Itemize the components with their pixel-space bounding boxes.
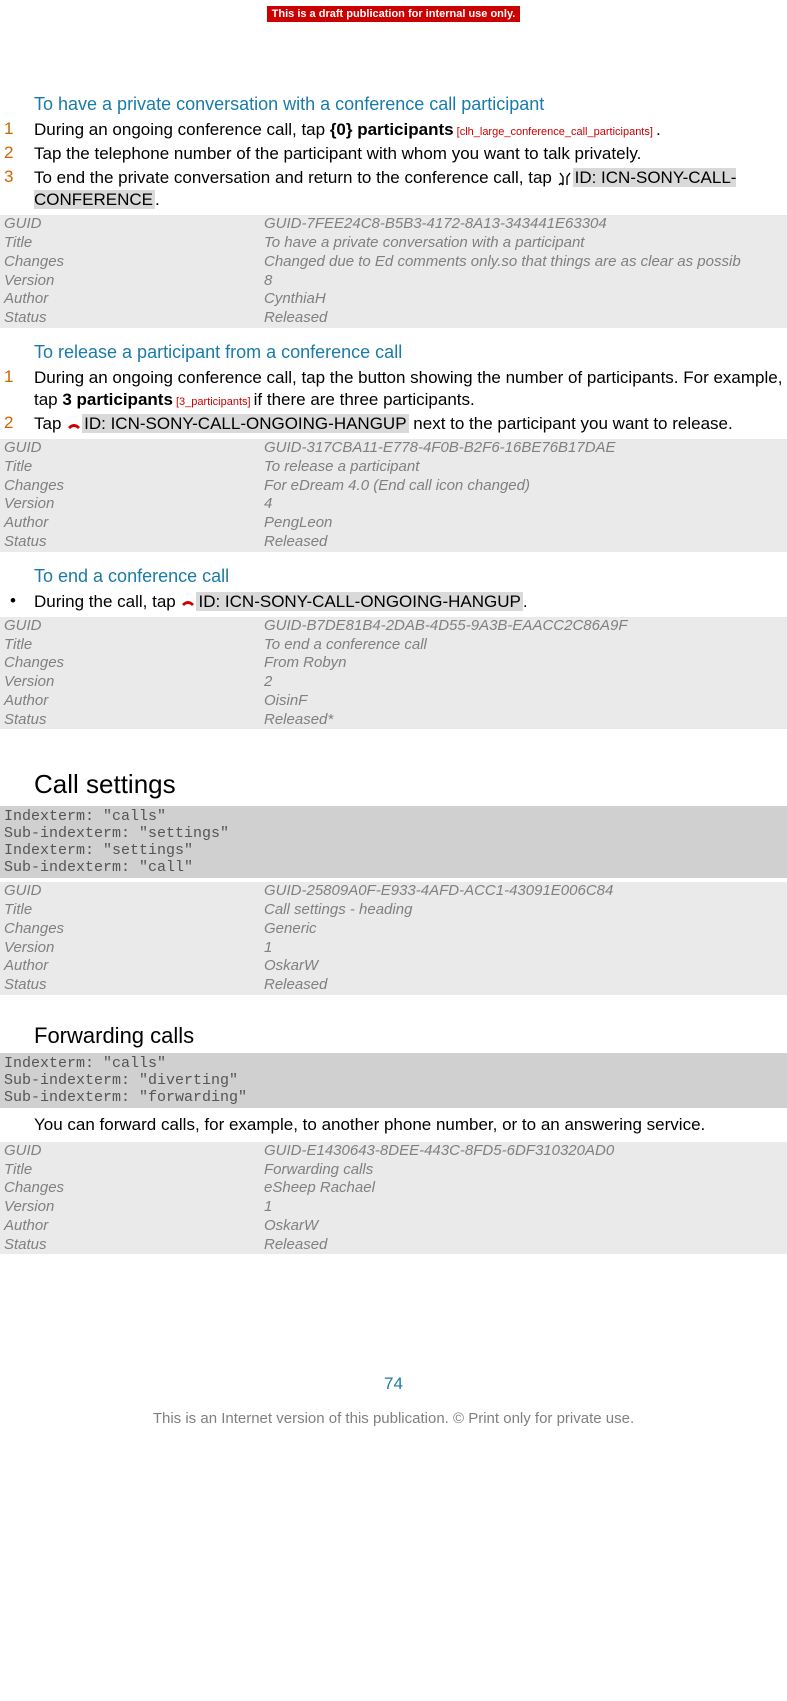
section-private-conversation: To have a private conversation with a co… [0, 94, 787, 328]
bullet-icon: • [0, 591, 34, 611]
meta-table: GUIDGUID-B7DE81B4-2DAB-4D55-9A3B-EAACC2C… [0, 617, 787, 730]
meta-table: GUIDGUID-317CBA11-E778-4F0B-B2F6-16BE76B… [0, 439, 787, 552]
hangup-icon [66, 417, 82, 433]
step-number: 3 [0, 167, 34, 187]
meta-table: GUIDGUID-7FEE24C8-B5B3-4172-8A13-343441E… [0, 215, 787, 328]
meta-table: GUIDGUID-25809A0F-E933-4AFD-ACC1-43091E0… [0, 882, 787, 995]
step-1: 1 During an ongoing conference call, tap… [0, 367, 787, 411]
draft-banner: This is a draft publication for internal… [0, 0, 787, 24]
step-text: Tap ID: ICN-SONY-CALL-ONGOING-HANGUP nex… [34, 413, 787, 435]
step-number: 1 [0, 119, 34, 139]
heading: Forwarding calls [34, 1023, 787, 1049]
icon-id-highlight: ID: ICN-SONY-CALL-ONGOING-HANGUP [82, 414, 408, 433]
step-2: 2 Tap the telephone number of the partic… [0, 143, 787, 165]
step-number: 2 [0, 143, 34, 163]
page-number: 74 [0, 1374, 787, 1394]
section-title: To have a private conversation with a co… [34, 94, 787, 115]
step-text: During an ongoing conference call, tap t… [34, 367, 787, 411]
heading: Call settings [34, 769, 787, 800]
body-paragraph: You can forward calls, for example, to a… [34, 1114, 787, 1136]
id-tag: [clh_large_conference_call_participants] [454, 126, 656, 138]
draft-banner-text: This is a draft publication for internal… [267, 6, 521, 22]
step-number: 2 [0, 413, 34, 433]
section-forwarding-calls: Forwarding calls Indexterm: "calls" Sub-… [0, 1023, 787, 1255]
id-tag: [3_participants] [173, 396, 254, 408]
section-release-participant: To release a participant from a conferen… [0, 342, 787, 552]
step-bullet: • During the call, tap ID: ICN-SONY-CALL… [0, 591, 787, 613]
indexterm-block: Indexterm: "calls" Sub-indexterm: "setti… [0, 806, 787, 878]
section-title: To release a participant from a conferen… [34, 342, 787, 363]
section-end-conference: To end a conference call • During the ca… [0, 566, 787, 730]
indexterm-block: Indexterm: "calls" Sub-indexterm: "diver… [0, 1053, 787, 1108]
step-text: During the call, tap ID: ICN-SONY-CALL-O… [34, 591, 787, 613]
footer-text: This is an Internet version of this publ… [0, 1410, 787, 1427]
page-content: To have a private conversation with a co… [0, 94, 787, 1457]
section-call-settings: Call settings Indexterm: "calls" Sub-ind… [0, 769, 787, 995]
step-number: 1 [0, 367, 34, 387]
icon-id-highlight: ID: ICN-SONY-CALL-ONGOING-HANGUP [196, 592, 522, 611]
step-text: During an ongoing conference call, tap {… [34, 119, 787, 141]
merge-calls-icon [557, 171, 573, 187]
step-1: 1 During an ongoing conference call, tap… [0, 119, 787, 141]
step-3: 3 To end the private conversation and re… [0, 167, 787, 211]
step-text: To end the private conversation and retu… [34, 167, 787, 211]
hangup-icon [180, 594, 196, 610]
section-title: To end a conference call [34, 566, 787, 587]
step-text: Tap the telephone number of the particip… [34, 143, 787, 165]
step-2: 2 Tap ID: ICN-SONY-CALL-ONGOING-HANGUP n… [0, 413, 787, 435]
meta-table: GUIDGUID-E1430643-8DEE-443C-8FD5-6DF3103… [0, 1142, 787, 1255]
